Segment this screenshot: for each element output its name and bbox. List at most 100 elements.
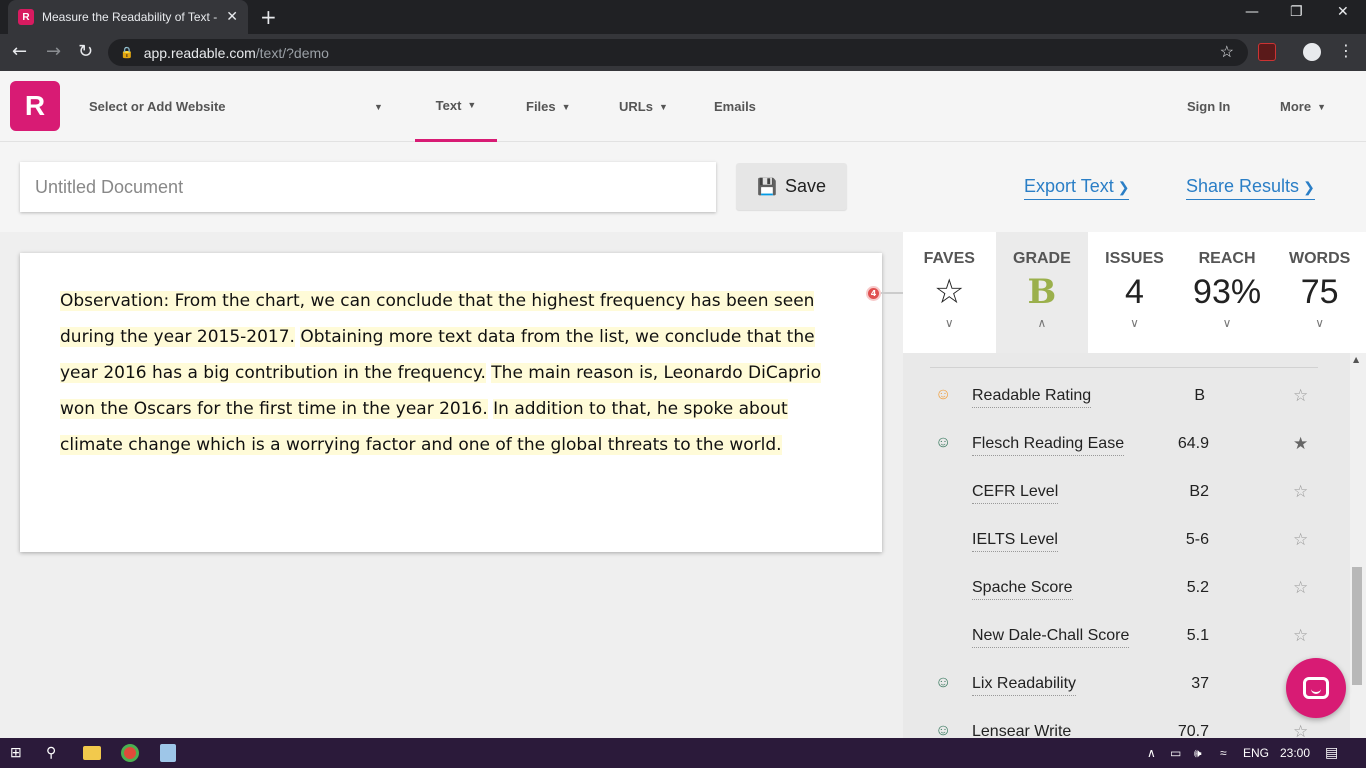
score-row[interactable]: ☺ Flesch Reading Ease 64.9 ★ <box>903 420 1350 468</box>
star-outline-icon[interactable]: ☆ <box>1293 578 1308 598</box>
chat-launcher-button[interactable] <box>1286 658 1346 718</box>
issue-count-badge[interactable]: 4 <box>866 286 881 301</box>
star-outline-icon[interactable]: ☆ <box>1293 722 1308 738</box>
score-name[interactable]: New Dale-Chall Score <box>972 627 1130 648</box>
forward-icon[interactable]: → <box>46 41 61 62</box>
score-row[interactable]: IELTS Level 5-6 ☆ <box>903 516 1350 564</box>
nav-tab-emails[interactable]: Emails <box>714 71 756 142</box>
nav-tab-files[interactable]: Files ▼ <box>526 71 571 142</box>
chevron-down-icon: ▼ <box>467 100 477 110</box>
star-outline-icon[interactable]: ☆ <box>1293 530 1308 550</box>
score-row[interactable]: New Dale-Chall Score 5.1 ☆ <box>903 612 1350 660</box>
chevron-down-icon: ▼ <box>374 101 383 112</box>
score-value: 37 <box>1191 675 1209 692</box>
editor-text[interactable]: Observation: From the chart, we can conc… <box>60 283 842 463</box>
show-hidden-icons-icon[interactable]: ∧ <box>1147 746 1156 760</box>
readable-logo[interactable]: R <box>10 81 60 131</box>
chrome-icon[interactable] <box>121 744 139 762</box>
scrollbar-thumb[interactable] <box>1352 567 1362 685</box>
score-row[interactable]: ☺ Readable Rating B ☆ <box>903 372 1350 420</box>
words-value: 75 <box>1300 273 1339 311</box>
score-row[interactable]: ☺ Lensear Write 70.7 ☆ <box>903 708 1350 738</box>
stat-issues[interactable]: ISSUES 4 ∨ <box>1088 232 1181 353</box>
battery-icon[interactable]: ▭ <box>1170 746 1181 760</box>
language-indicator[interactable]: ENG <box>1243 746 1269 760</box>
more-menu[interactable]: More ▼ <box>1280 71 1326 142</box>
scroll-up-arrow-icon[interactable]: ▲ <box>1353 355 1359 364</box>
text-editor[interactable]: Observation: From the chart, we can conc… <box>20 253 882 552</box>
website-select[interactable]: Select or Add Website <box>89 71 226 142</box>
star-outline-icon[interactable]: ☆ <box>1293 482 1308 502</box>
score-name[interactable]: IELTS Level <box>972 531 1058 552</box>
close-tab-icon[interactable]: ✕ <box>226 9 238 25</box>
notifications-icon[interactable]: ▤ <box>1325 744 1338 761</box>
restore-icon[interactable]: ❐ <box>1290 4 1303 20</box>
sign-in-link[interactable]: Sign In <box>1187 71 1230 142</box>
clock[interactable]: 23:00 <box>1280 746 1310 760</box>
search-icon[interactable]: ⚲ <box>46 744 56 761</box>
window-close-icon[interactable]: ✕ <box>1337 4 1349 20</box>
score-name[interactable]: Flesch Reading Ease <box>972 435 1125 456</box>
notepad-icon[interactable] <box>160 744 176 762</box>
stat-reach[interactable]: REACH 93% ∨ <box>1181 232 1274 353</box>
more-menu-label: More <box>1280 99 1312 114</box>
sign-in-label: Sign In <box>1187 99 1231 114</box>
readability-scores-list: ☺ Readable Rating B ☆ ☺ Flesch Reading E… <box>903 367 1350 738</box>
stat-faves[interactable]: FAVES ☆ ∨ <box>903 232 996 353</box>
wifi-icon[interactable]: ≈ <box>1220 746 1227 760</box>
results-scrollbar[interactable]: ▲ <box>1350 353 1366 738</box>
chevron-down-icon: ❯ <box>1117 179 1130 195</box>
score-row[interactable]: ☺ Lix Readability 37 <box>903 660 1350 708</box>
export-text-button[interactable]: Export Text ❯ <box>1024 176 1130 200</box>
score-name[interactable]: Lix Readability <box>972 675 1077 696</box>
nav-tab-text-label: Text <box>435 97 462 113</box>
score-name[interactable]: Spache Score <box>972 579 1073 600</box>
document-title-input[interactable]: Untitled Document <box>20 162 716 212</box>
browser-tab-strip: R Measure the Readability of Text - ✕ + … <box>0 0 1366 34</box>
score-name[interactable]: Readable Rating <box>972 387 1092 408</box>
file-explorer-icon[interactable] <box>83 746 101 760</box>
profile-avatar-icon[interactable] <box>1303 43 1321 61</box>
reload-icon[interactable]: ↻ <box>78 41 93 62</box>
volume-icon[interactable]: 🕪 <box>1194 746 1202 761</box>
new-tab-button[interactable]: + <box>260 5 277 29</box>
star-outline-icon[interactable]: ☆ <box>1293 386 1308 406</box>
website-select-dropdown[interactable]: ▼ <box>368 71 383 142</box>
minimize-icon[interactable]: — <box>1245 4 1259 20</box>
address-bar[interactable]: 🔒 app.readable.com/text/?demo ☆ <box>108 39 1248 66</box>
chat-bubble-icon <box>1303 677 1329 699</box>
share-results-button[interactable]: Share Results ❯ <box>1186 176 1315 200</box>
score-value: B <box>1194 387 1205 404</box>
export-text-label: Export Text <box>1024 176 1114 196</box>
browser-tab[interactable]: R Measure the Readability of Text - ✕ <box>8 0 248 34</box>
score-row[interactable]: Spache Score 5.2 ☆ <box>903 564 1350 612</box>
smile-icon: ☺ <box>935 674 952 691</box>
stats-bar: FAVES ☆ ∨ GRADE B ∧ ISSUES 4 ∨ REACH 93%… <box>903 232 1366 353</box>
chevron-down-icon: ❯ <box>1303 179 1315 195</box>
document-title-placeholder: Untitled Document <box>35 176 184 197</box>
star-outline-icon[interactable]: ☆ <box>1293 626 1308 646</box>
score-name[interactable]: CEFR Level <box>972 483 1059 504</box>
browser-toolbar: ← → ↻ 🔒 app.readable.com/text/?demo ☆ ⋮ <box>0 34 1366 71</box>
nav-tab-urls[interactable]: URLs ▼ <box>619 71 668 142</box>
chevron-down-icon: ▼ <box>561 101 571 112</box>
nav-tab-text[interactable]: Text ▼ <box>415 71 497 142</box>
score-value: 70.7 <box>1177 723 1209 738</box>
score-value: 64.9 <box>1177 435 1209 452</box>
chevron-up-icon: ∧ <box>1037 316 1047 330</box>
share-results-label: Share Results <box>1186 176 1300 196</box>
back-icon[interactable]: ← <box>12 41 27 62</box>
score-row[interactable]: CEFR Level B2 ☆ <box>903 468 1350 516</box>
floppy-disk-icon: 💾 <box>757 178 777 196</box>
reach-label: REACH <box>1198 250 1256 267</box>
stat-words[interactable]: WORDS 75 ∨ <box>1273 232 1366 353</box>
pdf-extension-icon[interactable] <box>1258 43 1276 61</box>
bookmark-star-icon[interactable]: ☆ <box>1220 42 1234 62</box>
star-filled-icon[interactable]: ★ <box>1293 434 1308 454</box>
menu-kebab-icon[interactable]: ⋮ <box>1338 41 1354 60</box>
windows-start-icon[interactable]: ⊞ <box>10 744 22 761</box>
score-name[interactable]: Lensear Write <box>972 723 1071 738</box>
chevron-down-icon: ▼ <box>1317 101 1326 112</box>
stat-grade[interactable]: GRADE B ∧ <box>995 232 1089 353</box>
save-button[interactable]: 💾 Save <box>736 163 847 210</box>
